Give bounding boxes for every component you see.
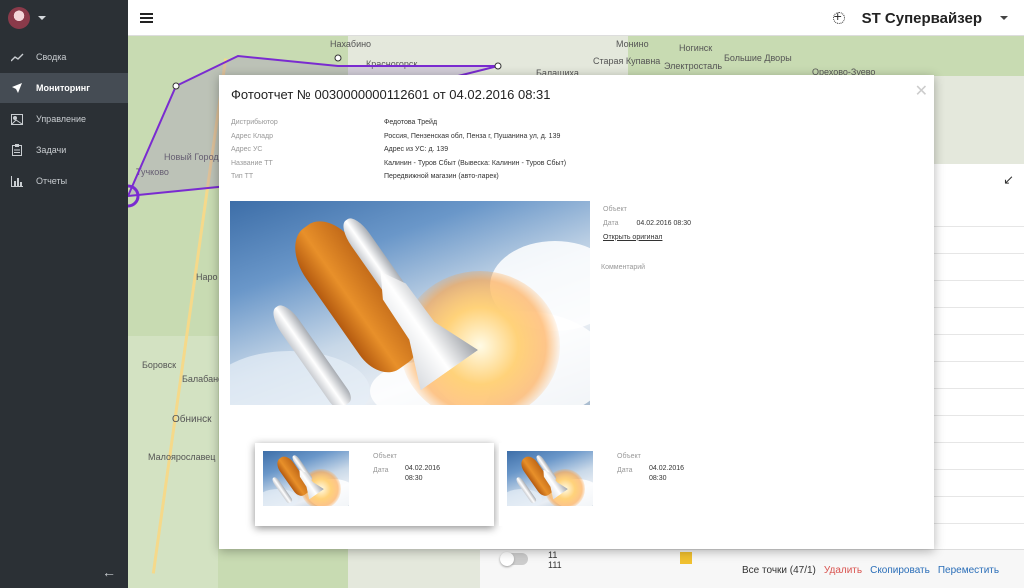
photo-report-modal: Фотоотчет № 0030000000112601 от 04.02.20… [219, 75, 934, 549]
points-panel: ↙ [934, 164, 1024, 549]
sidebar-item-management[interactable]: Управление [0, 104, 128, 134]
arrow-left-icon[interactable]: ← [102, 564, 116, 580]
info-row: Тип ТТ Передвижной магазин (авто-ларек) [231, 170, 566, 184]
trend-line-icon [10, 51, 24, 63]
move-link[interactable]: Переместить [938, 565, 999, 576]
map-label: Нарo [196, 272, 218, 282]
map-label: Старая Купавна [593, 56, 661, 66]
sidebar-item-label: Мониторинг [36, 83, 90, 93]
shuttle-photo [230, 201, 590, 405]
info-value: Передвижной магазин (авто-ларек) [384, 173, 499, 181]
top-bar: ST Супервайзер [128, 0, 1024, 36]
info-row: Название ТТ Калинин - Туров Сбыт (Вывеска… [231, 157, 566, 171]
date-label: Дата [603, 219, 619, 227]
thumb-date-label: Дата [617, 467, 633, 474]
open-original-link[interactable]: Открыть оригинал [603, 234, 662, 241]
chevron-down-icon[interactable] [1000, 16, 1008, 20]
info-row: Адрес Кладр Россия, Пензенская обл, Пенза… [231, 130, 566, 144]
logo-icon [828, 7, 850, 29]
map-label: Монино [616, 39, 649, 49]
map-pin-icon [10, 113, 24, 125]
sidebar: Сводка Мониторинг Управление Задачи Отче… [0, 0, 128, 588]
info-key: Дистрибьютор [231, 119, 278, 127]
chevron-down-icon[interactable] [38, 16, 46, 20]
thumbnail-image [263, 451, 349, 506]
main-photo[interactable] [230, 201, 590, 405]
thumb-date-value: 04.02.2016 08:30 [649, 465, 685, 482]
info-row: Дистрибьютор Федотова Трейд [231, 116, 566, 130]
info-value: Россия, Пензенская обл, Пенза г, Пушанин… [384, 132, 561, 140]
info-row: Адрес УС Адрес из УС: д. 139 [231, 143, 566, 157]
avatar[interactable] [8, 7, 30, 29]
thumb-date-value: 04.02.2016 08:30 [405, 465, 441, 482]
info-key: Адрес Кладр [231, 132, 274, 140]
info-key: Название ТТ [231, 159, 273, 167]
object-label: Объект [603, 205, 627, 213]
sidebar-item-reports[interactable]: Отчеты [0, 166, 128, 196]
clipboard-icon [10, 144, 24, 156]
sidebar-item-label: Сводка [36, 52, 67, 62]
map-label: Электросталь [664, 61, 723, 71]
map-label: Малоярославец [148, 452, 216, 462]
sidebar-item-summary[interactable]: Сводка [0, 42, 128, 72]
point-numbers: 11 111 [548, 550, 562, 570]
points-footer: 11 111 Все точки (47/1) Удалить Скопиров… [480, 549, 1024, 588]
points-count: Все точки (47/1) [742, 565, 816, 576]
date-value: 04.02.2016 08:30 [636, 219, 692, 227]
thumb-object-label: Объект [373, 453, 397, 460]
sidebar-item-monitoring[interactable]: Мониторинг [0, 73, 128, 103]
delete-link[interactable]: Удалить [824, 565, 862, 576]
info-value: Адрес из УС: д. 139 [384, 146, 449, 154]
thumbnail-card[interactable]: Объект Дата 04.02.2016 08:30 [255, 443, 494, 526]
sidebar-item-label: Задачи [36, 145, 67, 155]
sidebar-item-label: Отчеты [36, 176, 68, 186]
close-icon[interactable]: ✕ [915, 81, 928, 101]
user-menu[interactable] [0, 0, 128, 36]
map-label: Большие Дворы [724, 53, 792, 63]
info-key: Тип ТТ [231, 173, 254, 181]
map-label: Ногинск [679, 43, 713, 53]
app-title: ST Супервайзер [861, 9, 982, 27]
hamburger-icon[interactable] [140, 12, 153, 23]
map-label: Боровск [142, 360, 177, 370]
sidebar-item-label: Управление [36, 114, 87, 124]
app-brand[interactable]: ST Супервайзер [828, 0, 1008, 36]
copy-link[interactable]: Скопировать [870, 565, 930, 576]
thumbnail-image [507, 451, 593, 506]
report-info: Дистрибьютор Федотова Трейд Адрес Кладр Ро… [231, 116, 566, 184]
thumbnail-card[interactable]: Объект Дата 04.02.2016 08:30 [499, 443, 738, 526]
info-value: Федотова Трейд [384, 119, 438, 127]
modal-title: Фотоотчет № 0030000000112601 от 04.02.20… [231, 87, 551, 102]
bar-chart-icon [10, 175, 24, 187]
map-label: Обнинск [172, 414, 212, 425]
thumb-date-label: Дата [373, 467, 389, 474]
point-toggle[interactable] [500, 552, 528, 566]
photo-meta: Объект Дата 04.02.2016 08:30 Открыть ориг… [601, 202, 692, 274]
info-value: Калинин - Туров Сбыт (Вывеска: Калинин -… [384, 159, 567, 167]
comment-label: Комментарий [601, 263, 646, 271]
location-arrow-icon [10, 82, 24, 94]
point-color-swatch [680, 552, 692, 564]
thumb-object-label: Объект [617, 453, 641, 460]
sidebar-item-tasks[interactable]: Задачи [0, 135, 128, 165]
info-key: Адрес УС [231, 146, 263, 154]
collapse-arrow-icon[interactable]: ↙ [1003, 172, 1014, 188]
